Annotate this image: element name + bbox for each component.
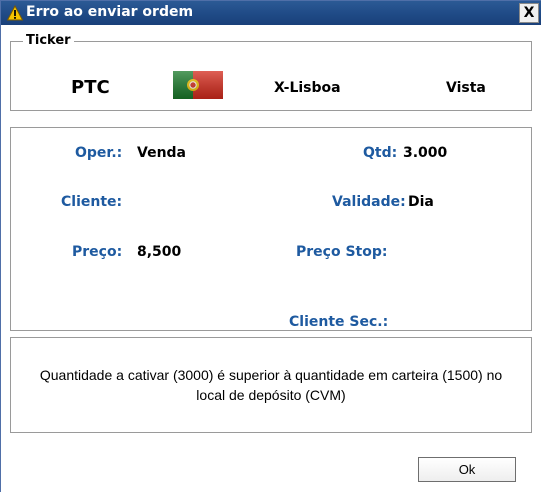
close-button[interactable]: X (519, 3, 539, 23)
close-icon: X (523, 5, 535, 21)
settlement-type: Vista (446, 80, 486, 96)
cliente-sec-label: Cliente Sec.: (289, 314, 389, 330)
qtd-value: 3.000 (403, 145, 448, 161)
error-message-panel: Quantidade a cativar (3000) é superior à… (10, 337, 532, 433)
ticker-group (10, 41, 532, 111)
ticker-legend: Ticker (23, 33, 74, 48)
preco-value: 8,500 (137, 244, 182, 260)
ok-button-label: Ok (458, 462, 476, 477)
validade-value: Dia (408, 194, 434, 210)
exchange-name: X-Lisboa (274, 80, 341, 96)
oper-value: Venda (137, 145, 186, 161)
error-dialog: Erro ao enviar ordem X Ticker PTC X-Lisb… (0, 0, 541, 492)
preco-stop-label: Preço Stop: (296, 244, 388, 260)
ok-button[interactable]: Ok (418, 457, 516, 482)
validade-label: Validade: (332, 194, 406, 210)
qtd-label: Qtd: (363, 145, 398, 161)
cliente-label: Cliente: (61, 194, 123, 210)
oper-label: Oper.: (75, 145, 123, 161)
title-bar: Erro ao enviar ordem X (1, 1, 541, 25)
dialog-title: Erro ao enviar ordem (26, 4, 194, 20)
portugal-flag-icon (173, 71, 223, 99)
error-message: Quantidade a cativar (3000) é superior à… (39, 367, 503, 403)
ticker-symbol: PTC (71, 77, 110, 98)
warning-icon (7, 5, 23, 21)
preco-label: Preço: (72, 244, 123, 260)
